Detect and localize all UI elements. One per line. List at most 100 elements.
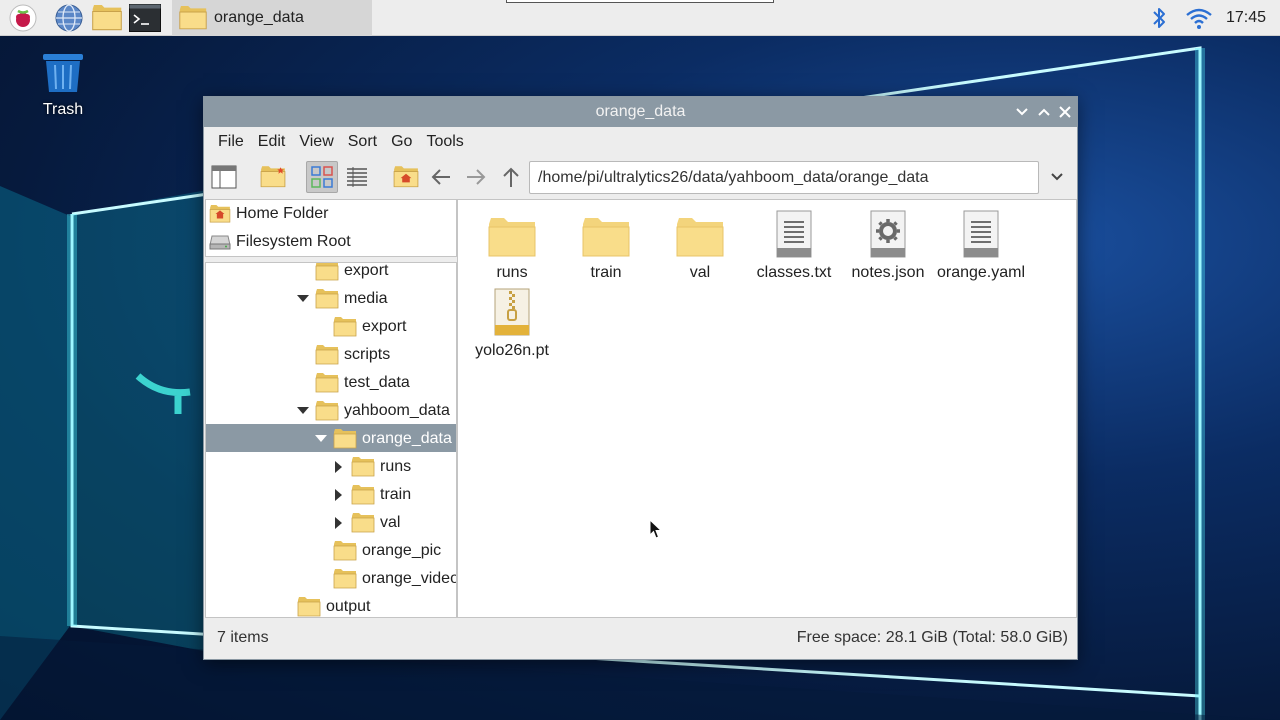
file-item-runs[interactable]: runs: [465, 206, 559, 282]
collapse-arrow-icon[interactable]: [296, 404, 310, 418]
desktop-trash[interactable]: Trash: [30, 52, 96, 119]
folder-icon: [333, 541, 357, 561]
status-bar: 7 items Free space: 28.1 GiB (Total: 58.…: [204, 617, 1077, 659]
collapse-arrow-icon[interactable]: [296, 292, 310, 306]
tree-item-label: val: [380, 514, 401, 531]
tree-item-media-export[interactable]: export: [314, 313, 406, 341]
wifi-icon[interactable]: [1182, 2, 1216, 34]
mouse-cursor-icon: [649, 519, 663, 539]
toggle-sidebar-button[interactable]: [208, 161, 240, 193]
folder-icon: [315, 262, 339, 281]
folder-icon: [333, 317, 357, 337]
folder-icon: [333, 569, 357, 589]
up-button[interactable]: [495, 161, 527, 193]
file-item-train[interactable]: train: [559, 206, 653, 282]
file-name: orange.yaml: [936, 264, 1026, 281]
tree-item-yahboom-data[interactable]: yahboom_data: [296, 397, 450, 425]
raspberry-menu-icon[interactable]: [6, 2, 40, 34]
window-titlebar[interactable]: orange_data: [204, 97, 1077, 127]
folder-icon: [676, 218, 724, 258]
close-button[interactable]: [1056, 103, 1074, 121]
back-button[interactable]: [425, 161, 457, 193]
menu-edit[interactable]: Edit: [251, 127, 293, 157]
file-item-classes-txt[interactable]: classes.txt: [747, 206, 841, 282]
path-history-dropdown[interactable]: [1046, 165, 1068, 189]
config-file-icon: [870, 210, 906, 258]
expand-arrow-icon[interactable]: [332, 460, 346, 474]
folder-icon: [351, 513, 375, 533]
taskbar-window-button[interactable]: orange_data: [172, 0, 372, 36]
folder-icon: [315, 373, 339, 393]
tree-item-label: export: [344, 262, 389, 279]
new-folder-button[interactable]: [257, 161, 289, 193]
drive-icon: [209, 235, 231, 250]
menubar: File Edit View Sort Go Tools: [204, 127, 1077, 157]
place-filesystem-root[interactable]: Filesystem Root: [206, 228, 456, 256]
tree-item-val[interactable]: val: [332, 509, 400, 537]
menu-tools[interactable]: Tools: [419, 127, 470, 157]
toolbar: /home/pi/ultralytics26/data/yahboom_data…: [204, 157, 1077, 197]
tree-item-label: test_data: [344, 374, 410, 391]
tree-item-orange-video[interactable]: orange_video: [314, 565, 457, 593]
terminal-icon[interactable]: [128, 2, 162, 34]
expand-arrow-icon[interactable]: [332, 516, 346, 530]
tree-item-label: export: [362, 318, 407, 335]
tree-item-label: output: [326, 598, 371, 615]
file-item-yolo26n-pt[interactable]: yolo26n.pt: [465, 284, 559, 360]
tree-item-label: orange_pic: [362, 542, 442, 559]
tree-item-label: orange_video: [362, 570, 457, 587]
file-name: notes.json: [851, 264, 925, 281]
item-count: 7 items: [217, 629, 269, 646]
forward-button[interactable]: [460, 161, 492, 193]
file-icon-view[interactable]: runs train val classes.txt notes.json or…: [457, 199, 1077, 618]
file-name: train: [590, 264, 622, 281]
folder-icon: [297, 597, 321, 617]
tree-item-orange-data[interactable]: orange_data: [314, 425, 452, 453]
taskbar-window-label: orange_data: [214, 9, 304, 26]
menu-view[interactable]: View: [292, 127, 340, 157]
bluetooth-icon[interactable]: [1142, 2, 1176, 34]
directory-tree: export media export scripts test_data ya…: [205, 262, 457, 618]
home-button[interactable]: [390, 161, 422, 193]
file-item-orange-yaml[interactable]: orange.yaml: [934, 206, 1028, 282]
window-title: orange_data: [595, 103, 686, 120]
file-name: yolo26n.pt: [475, 342, 549, 359]
folder-icon: [315, 401, 339, 421]
icon-view-button[interactable]: [306, 161, 338, 193]
tree-item-train[interactable]: train: [332, 481, 411, 509]
tree-item-scripts[interactable]: scripts: [296, 341, 390, 369]
folder-icon: [315, 345, 339, 365]
panel-applet: [506, 0, 774, 3]
free-space: Free space: 28.1 GiB (Total: 58.0 GiB): [796, 629, 1068, 646]
tree-item-label: media: [344, 290, 388, 307]
tree-item-runs[interactable]: runs: [332, 453, 411, 481]
folder-icon: [333, 429, 357, 449]
tree-item-orange-pic[interactable]: orange_pic: [314, 537, 441, 565]
file-item-notes-json[interactable]: notes.json: [841, 206, 935, 282]
tree-item-label: scripts: [344, 346, 391, 363]
tree-item-media[interactable]: media: [296, 285, 388, 313]
place-home-folder[interactable]: Home Folder: [206, 200, 456, 228]
path-input[interactable]: /home/pi/ultralytics26/data/yahboom_data…: [529, 161, 1039, 194]
expand-arrow-icon[interactable]: [332, 488, 346, 502]
file-name: runs: [496, 264, 528, 281]
file-manager-icon[interactable]: [90, 2, 124, 34]
web-browser-icon[interactable]: [52, 2, 86, 34]
maximize-button[interactable]: [1035, 103, 1053, 121]
tree-item-export[interactable]: export: [296, 262, 389, 285]
menu-sort[interactable]: Sort: [341, 127, 384, 157]
folder-icon: [488, 218, 536, 258]
tree-item-test-data[interactable]: test_data: [296, 369, 410, 397]
clock[interactable]: 17:45: [1226, 9, 1266, 27]
file-item-val[interactable]: val: [653, 206, 747, 282]
menu-go[interactable]: Go: [384, 127, 419, 157]
menu-file[interactable]: File: [211, 127, 251, 157]
tree-item-output[interactable]: output: [278, 593, 370, 618]
list-view-button[interactable]: [341, 161, 373, 193]
place-label: Filesystem Root: [236, 233, 351, 250]
home-folder-icon: [209, 205, 231, 223]
collapse-arrow-icon[interactable]: [314, 432, 328, 446]
folder-icon: [178, 6, 208, 30]
minimize-button[interactable]: [1013, 103, 1031, 121]
tree-item-label: runs: [380, 458, 412, 475]
